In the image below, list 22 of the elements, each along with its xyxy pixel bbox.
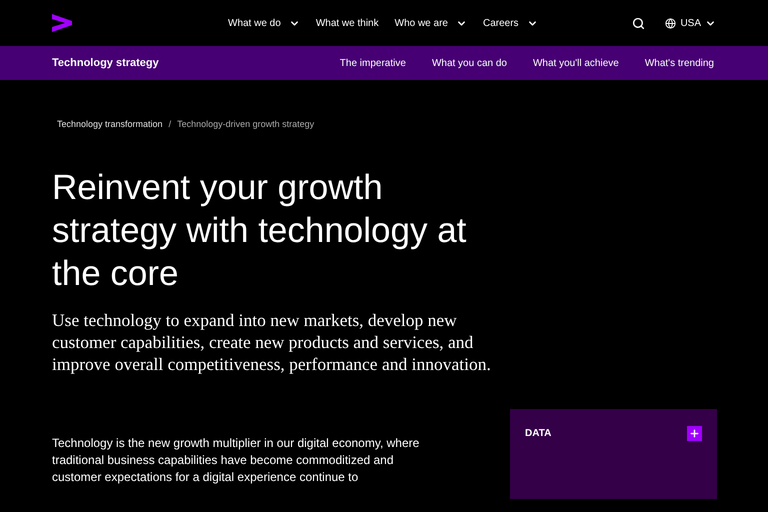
section-link[interactable]: What you can do bbox=[432, 56, 507, 70]
section-link[interactable]: What's trending bbox=[644, 56, 714, 70]
breadcrumb-current: Technology-driven growth strategy bbox=[177, 118, 314, 131]
nav-link[interactable]: Careers bbox=[482, 16, 538, 30]
subheadline: Use technology to expand into new markets, develop new customer capabilities, create new products and services, and improve overall competitiveness, performance and innovation. bbox=[52, 308, 492, 374]
nav-link[interactable]: What we do bbox=[228, 16, 300, 30]
plus-icon bbox=[689, 428, 700, 438]
logo-icon[interactable] bbox=[52, 14, 72, 32]
search-icon[interactable] bbox=[632, 16, 646, 30]
nav-link[interactable]: Who we are bbox=[394, 16, 467, 30]
nav-link[interactable]: What we think bbox=[316, 16, 379, 30]
region-selector[interactable]: USA bbox=[665, 16, 716, 30]
body-text: Technology is the new growth multiplier in our digital economy, where traditional business capabilities have become commoditized and customer expectations for a digital experience continue to bbox=[52, 434, 420, 486]
card-label: DATA bbox=[525, 426, 552, 440]
headline: Reinvent your growth strategy with technology at the core bbox=[52, 166, 468, 294]
globe-icon bbox=[665, 18, 676, 28]
breadcrumb-link[interactable]: Technology transformation bbox=[57, 118, 163, 132]
breadcrumb-separator: / bbox=[168, 118, 172, 131]
section-link[interactable]: The imperative bbox=[340, 56, 406, 70]
section-link[interactable]: What you'll achieve bbox=[532, 56, 619, 70]
section-title: Technology strategy bbox=[52, 56, 159, 71]
expand-button[interactable] bbox=[687, 426, 702, 440]
